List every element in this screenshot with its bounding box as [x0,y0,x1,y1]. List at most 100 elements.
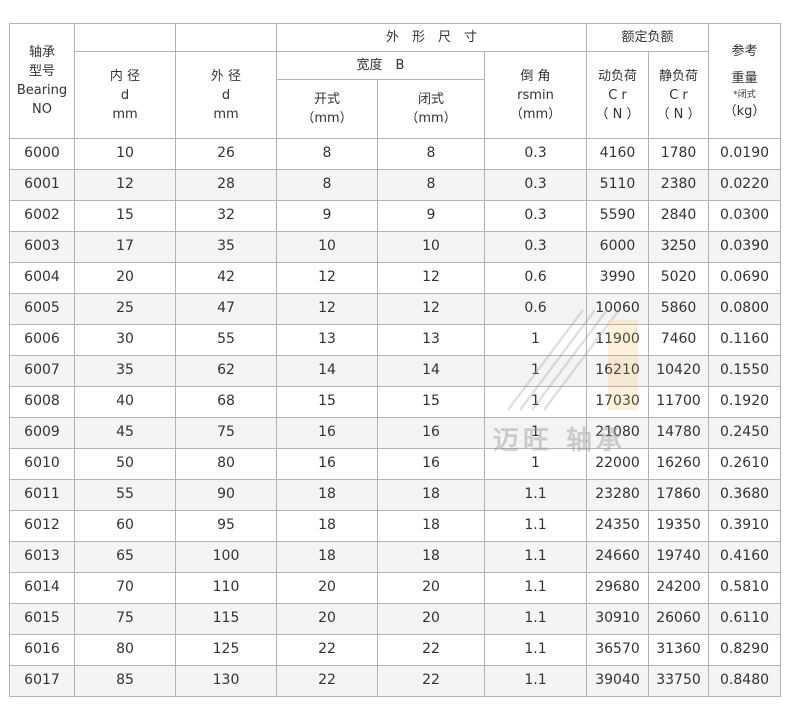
cell-outer-diameter: 95 [175,510,277,542]
cell-width-closed: 16 [377,417,485,449]
cell-outer-diameter: 55 [175,324,277,356]
cell-outer-diameter: 100 [175,541,277,573]
header-open-line: （mm） [301,111,353,126]
cell-weight: 0.1920 [708,386,782,418]
table-row: 6015 75 115 20 20 1.1 30910 26060 0.6110 [9,603,782,635]
cell-weight: 0.0390 [708,231,782,263]
cell-static-load: 10420 [647,355,710,387]
table-row: 6010 50 80 16 16 1 22000 16260 0.2610 [9,448,782,480]
table-row: 6013 65 100 18 18 1.1 24660 19740 0.4160 [9,541,782,573]
cell-outer-diameter: 28 [175,169,277,201]
cell-chamfer: 0.3 [484,169,587,201]
table-row: 6001 12 28 8 8 0.3 5110 2380 0.0220 [9,169,782,201]
cell-width-closed: 8 [377,138,485,170]
header-model-line: NO [32,102,52,117]
table-row: 6014 70 110 20 20 1.1 29680 24200 0.5810 [9,572,782,604]
header-inner-line: mm [112,106,138,122]
table-row: 6006 30 55 13 13 1 11900 7460 0.1160 [9,324,782,356]
cell-static-load: 1780 [647,138,710,170]
cell-dynamic-load: 24660 [586,541,649,573]
cell-static-load: 31360 [647,634,710,666]
header-dynamic-line: 动负荷 [597,68,637,84]
header-inner-diameter: 内 径 d mm [74,51,176,139]
cell-chamfer: 1.1 [484,479,587,511]
cell-weight: 0.1550 [708,355,782,387]
cell-static-load: 11700 [647,386,710,418]
cell-weight: 0.1160 [708,324,782,356]
table-row: 6002 15 32 9 9 0.3 5590 2840 0.0300 [9,200,782,232]
header-inner-line: 内 径 [109,68,141,84]
header-rated-load: 额定负额 [585,23,710,52]
cell-dynamic-load: 4160 [586,138,649,170]
cell-dynamic-load: 22000 [586,448,649,480]
cell-model: 6016 [9,634,75,666]
header-blank-inner [74,23,176,52]
header-weight-line: 参考 [731,43,758,59]
header-outer-diameter: 外 径 d mm [175,51,277,139]
cell-inner-diameter: 35 [74,355,176,387]
header-chamfer: 倒 角 rsmin （mm） [484,51,587,139]
cell-inner-diameter: 15 [74,200,176,232]
header-open-line: 开式 [313,92,340,107]
cell-inner-diameter: 75 [74,603,176,635]
cell-model: 6010 [9,448,75,480]
cell-width-open: 18 [276,479,378,511]
cell-outer-diameter: 42 [175,262,277,294]
cell-static-load: 2380 [647,169,710,201]
cell-weight: 0.6110 [708,603,782,635]
cell-width-open: 8 [276,169,378,201]
cell-dynamic-load: 21080 [586,417,649,449]
cell-weight: 0.2610 [708,448,782,480]
header-chamfer-line: 倒 角 [520,68,551,84]
cell-chamfer: 1 [484,417,587,449]
cell-outer-diameter: 125 [175,634,277,666]
cell-dynamic-load: 3990 [586,262,649,294]
header-static-line: C r [669,87,688,103]
cell-width-open: 16 [276,417,378,449]
header-dimensions: 外 形 尺 寸 [276,23,587,52]
cell-inner-diameter: 50 [74,448,176,480]
cell-model: 6005 [9,293,75,325]
table-row: 6008 40 68 15 15 1 17030 11700 0.1920 [9,386,782,418]
cell-dynamic-load: 24350 [586,510,649,542]
cell-dynamic-load: 30910 [586,603,649,635]
header-static-line: 静负荷 [659,68,699,84]
cell-dynamic-load: 39040 [586,665,649,697]
header-model: 轴承 型号 Bearing NO [9,23,75,139]
cell-width-open: 12 [276,262,378,294]
cell-model: 6006 [9,324,75,356]
header-weight: 参考 重量 *闭式 （kg） [708,23,782,139]
cell-weight: 0.0220 [708,169,782,201]
cell-static-load: 14780 [647,417,710,449]
cell-weight: 0.0300 [708,200,782,232]
table-header: 轴承 型号 Bearing NO 外 形 尺 寸 额定负额 参考 重量 *闭式 … [9,23,782,139]
cell-weight: 0.4160 [708,541,782,573]
header-dynamic-line: （ N ） [595,106,640,122]
cell-width-open: 22 [276,634,378,666]
cell-width-closed: 22 [377,634,485,666]
table-row: 6005 25 47 12 12 0.6 10060 5860 0.0800 [9,293,782,325]
cell-weight: 0.5810 [708,572,782,604]
header-outer-line: 外 径 [210,68,242,84]
cell-inner-diameter: 85 [74,665,176,697]
cell-width-closed: 20 [377,572,485,604]
cell-dynamic-load: 23280 [586,479,649,511]
cell-width-closed: 16 [377,448,485,480]
cell-dynamic-load: 10060 [586,293,649,325]
header-closed-line: 闭式 [417,92,444,107]
cell-outer-diameter: 35 [175,231,277,263]
cell-static-load: 17860 [647,479,710,511]
cell-dynamic-load: 5590 [586,200,649,232]
cell-weight: 0.2450 [708,417,782,449]
cell-chamfer: 1 [484,324,587,356]
cell-outer-diameter: 90 [175,479,277,511]
cell-static-load: 3250 [647,231,710,263]
cell-width-open: 18 [276,541,378,573]
header-width: 宽度 B [276,51,485,80]
cell-chamfer: 0.6 [484,293,587,325]
cell-width-open: 20 [276,572,378,604]
cell-dynamic-load: 6000 [586,231,649,263]
cell-dynamic-load: 5110 [586,169,649,201]
header-weight-line: （kg） [723,103,766,119]
header-chamfer-line: rsmin [517,87,554,103]
